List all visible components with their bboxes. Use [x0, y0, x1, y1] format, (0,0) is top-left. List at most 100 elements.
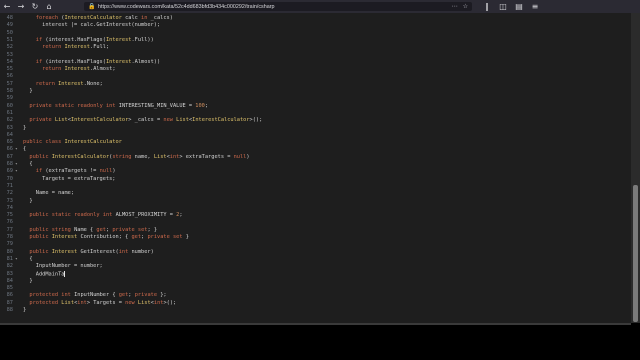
code-text[interactable]: if (extraTargets != null) [23, 168, 116, 175]
code-line[interactable]: 72 Name = name; [0, 190, 631, 197]
code-line[interactable]: 54 if (interest.HasFlags(Interest.Almost… [0, 59, 631, 66]
line-number: 78 [6, 234, 13, 240]
reload-icon[interactable]: ↻ [28, 0, 42, 13]
code-line[interactable]: 63} [0, 125, 631, 132]
code-text[interactable]: } [23, 307, 26, 314]
code-line[interactable]: 86 protected int InputNumber { get; priv… [0, 292, 631, 299]
code-text[interactable]: } [23, 125, 26, 132]
fold-arrow-icon[interactable]: ▾ [15, 256, 20, 263]
vertical-scrollbar[interactable] [631, 13, 640, 323]
code-line[interactable]: 78 public Interest Contribution; { get; … [0, 234, 631, 241]
address-bar[interactable]: 🔒 https://www.codewars.com/kata/52c4dd68… [84, 2, 472, 11]
code-text[interactable]: public Interest Contribution; { get; pri… [23, 234, 189, 241]
line-number: 52 [6, 44, 13, 51]
horizontal-scrollbar[interactable] [0, 323, 631, 325]
code-text[interactable]: if (interest.HasFlags(Interest.Full)) [23, 37, 154, 44]
line-number: 55 [6, 66, 13, 73]
code-line[interactable]: 74 [0, 205, 631, 212]
code-text[interactable]: foreach (InterestCalculator calc in _cal… [23, 15, 173, 22]
code-line[interactable]: 67 public InterestCalculator(string name… [0, 154, 631, 161]
code-line[interactable]: 77 public string Name { get; private set… [0, 227, 631, 234]
code-line[interactable]: 71 [0, 183, 631, 190]
home-icon[interactable]: ⌂ [42, 0, 56, 13]
code-line[interactable]: 73 } [0, 198, 631, 205]
code-line[interactable]: 49 interest |= calc.GetInterest(number); [0, 22, 631, 29]
code-text[interactable]: public InterestCalculator(string name, L… [23, 154, 249, 161]
line-number: 64 [6, 131, 13, 138]
code-line[interactable]: 48 foreach (InterestCalculator calc in _… [0, 15, 631, 22]
scrollbar-thumb[interactable] [633, 185, 638, 322]
code-line[interactable]: 87 protected List<int> Targets = new Lis… [0, 300, 631, 307]
code-text[interactable]: return Interest.None; [23, 81, 103, 88]
line-number: 70 [6, 175, 13, 182]
code-line[interactable]: 85 [0, 285, 631, 292]
code-line[interactable]: 81 ▾ { [0, 256, 631, 263]
code-line[interactable]: 66 ▾{ [0, 146, 631, 153]
code-line[interactable]: 53 [0, 52, 631, 59]
code-text[interactable]: } [23, 198, 32, 205]
code-text[interactable]: if (interest.HasFlags(Interest.Almost)) [23, 59, 160, 66]
code-line[interactable]: 61 [0, 110, 631, 117]
code-text[interactable]: } [23, 88, 32, 95]
code-line[interactable]: 84 } [0, 278, 631, 285]
forward-arrow-icon[interactable]: → [14, 0, 28, 13]
bookmark-star-icon[interactable]: ☆ [463, 2, 468, 11]
code-line[interactable]: 60 private static readonly int INTERESTI… [0, 103, 631, 110]
back-arrow-icon[interactable]: ← [0, 0, 14, 13]
code-line[interactable]: 76 [0, 219, 631, 226]
code-line[interactable]: 55 return Interest.Almost; [0, 66, 631, 73]
code-text[interactable]: InputNumber = number; [23, 263, 103, 270]
code-line[interactable]: 50 [0, 30, 631, 37]
code-line[interactable]: 70 Targets = extraTargets; [0, 176, 631, 183]
code-text[interactable]: private static readonly int INTERESTING_… [23, 103, 208, 110]
url-text[interactable]: https://www.codewars.com/kata/52c4dd683b… [98, 4, 275, 10]
code-text[interactable]: Targets = extraTargets; [23, 176, 115, 183]
sidebar-icon[interactable]: ◫ [496, 0, 510, 13]
code-text[interactable]: interest |= calc.GetInterest(number); [23, 22, 160, 29]
code-editor[interactable]: 48 foreach (InterestCalculator calc in _… [0, 13, 631, 323]
code-text[interactable]: } [23, 278, 32, 285]
fold-arrow-icon[interactable]: ▾ [15, 146, 20, 153]
code-line[interactable]: 64 [0, 132, 631, 139]
code-text[interactable]: private List<InterestCalculator> _calcs … [23, 117, 262, 124]
code-line[interactable]: 83 AddMainTa [0, 270, 631, 278]
reader-icon[interactable]: ▤ [512, 0, 526, 13]
code-text[interactable]: { [23, 256, 32, 263]
code-text[interactable]: { [23, 146, 26, 153]
code-line[interactable]: 57 return Interest.None; [0, 81, 631, 88]
code-line[interactable]: 56 [0, 73, 631, 80]
code-text[interactable]: public string Name { get; private set; } [23, 227, 157, 234]
code-text[interactable]: { [23, 161, 32, 168]
line-number: 56 [6, 73, 13, 80]
fold-arrow-icon[interactable]: ▾ [15, 161, 20, 168]
code-line[interactable]: 51 if (interest.HasFlags(Interest.Full)) [0, 37, 631, 44]
code-line[interactable]: 88} [0, 307, 631, 314]
menu-icon[interactable]: ≡ [528, 0, 542, 13]
code-line[interactable]: 82 InputNumber = number; [0, 263, 631, 270]
library-icon[interactable]: ‖ [480, 0, 494, 13]
code-line[interactable]: 65 public class InterestCalculator [0, 139, 631, 146]
code-text[interactable]: public static readonly int ALMOST_PROXIM… [23, 212, 182, 219]
code-line[interactable]: 58 } [0, 88, 631, 95]
code-text[interactable]: public class InterestCalculator [23, 139, 122, 146]
code-line[interactable]: 79 [0, 241, 631, 248]
line-number: 80 [6, 248, 13, 255]
code-line[interactable]: 80 public Interest GetInterest(int numbe… [0, 249, 631, 256]
line-number: 60 [6, 102, 13, 109]
page-actions-icon[interactable]: ⋯ [452, 2, 458, 11]
line-number: 77 [6, 226, 13, 233]
fold-arrow-icon[interactable]: ▾ [15, 168, 20, 175]
code-text[interactable]: protected List<int> Targets = new List<i… [23, 300, 176, 307]
code-line[interactable]: 68 ▾ { [0, 161, 631, 168]
code-text[interactable]: public Interest GetInterest(int number) [23, 249, 153, 256]
code-line[interactable]: 62 private List<InterestCalculator> _cal… [0, 117, 631, 124]
code-line[interactable]: 52 return Interest.Full; [0, 44, 631, 51]
code-text[interactable]: Name = name; [23, 190, 74, 197]
code-text[interactable]: return Interest.Almost; [23, 66, 115, 73]
code-text[interactable]: protected int InputNumber { get; private… [23, 292, 166, 299]
code-line[interactable]: 69 ▾ if (extraTargets != null) [0, 168, 631, 175]
code-line[interactable]: 59 [0, 95, 631, 102]
code-text[interactable]: return Interest.Full; [23, 44, 109, 51]
code-line[interactable]: 75 public static readonly int ALMOST_PRO… [0, 212, 631, 219]
line-number: 86 [6, 292, 13, 299]
